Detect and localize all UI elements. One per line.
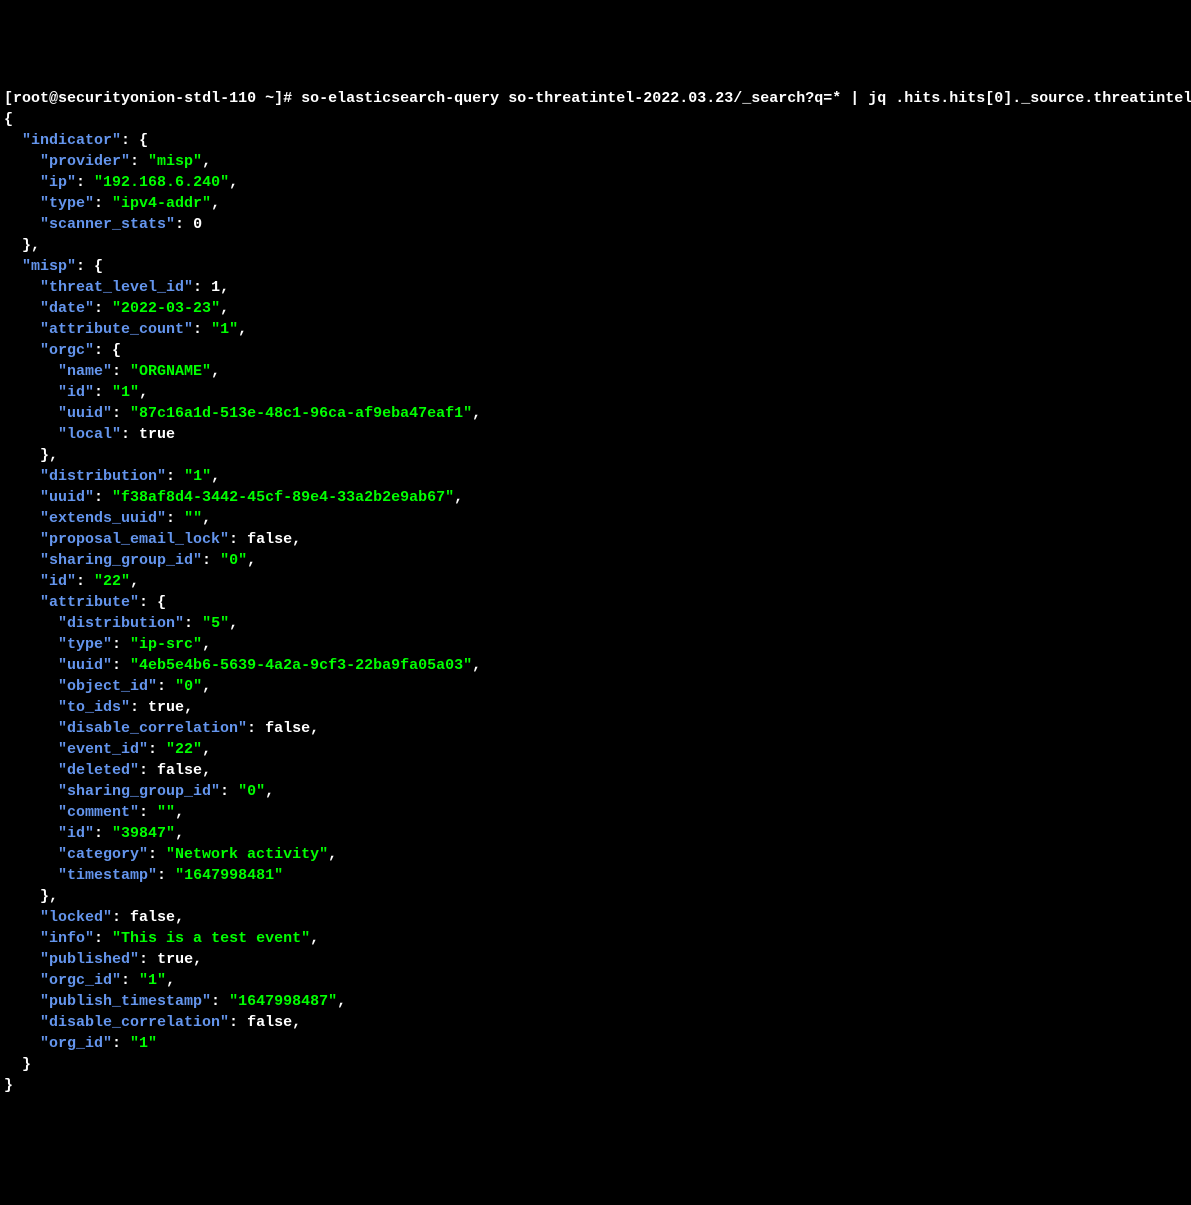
prompt-open-bracket: [: [4, 90, 13, 107]
prompt-user: root: [13, 90, 49, 107]
prompt-at: @: [49, 90, 58, 107]
command-text: so-elasticsearch-query so-threatintel-20…: [301, 90, 1191, 107]
json-output: { "indicator": { "provider": "misp", "ip…: [4, 111, 481, 1094]
prompt-hash: #: [283, 90, 301, 107]
prompt-line: [root@securityonion-stdl-110 ~]# so-elas…: [4, 90, 1191, 107]
prompt-close-bracket: ]: [274, 90, 283, 107]
terminal-output: [root@securityonion-stdl-110 ~]# so-elas…: [4, 88, 1187, 1096]
prompt-host: securityonion-stdl-110: [58, 90, 256, 107]
prompt-path: ~: [265, 90, 274, 107]
prompt-space: [256, 90, 265, 107]
